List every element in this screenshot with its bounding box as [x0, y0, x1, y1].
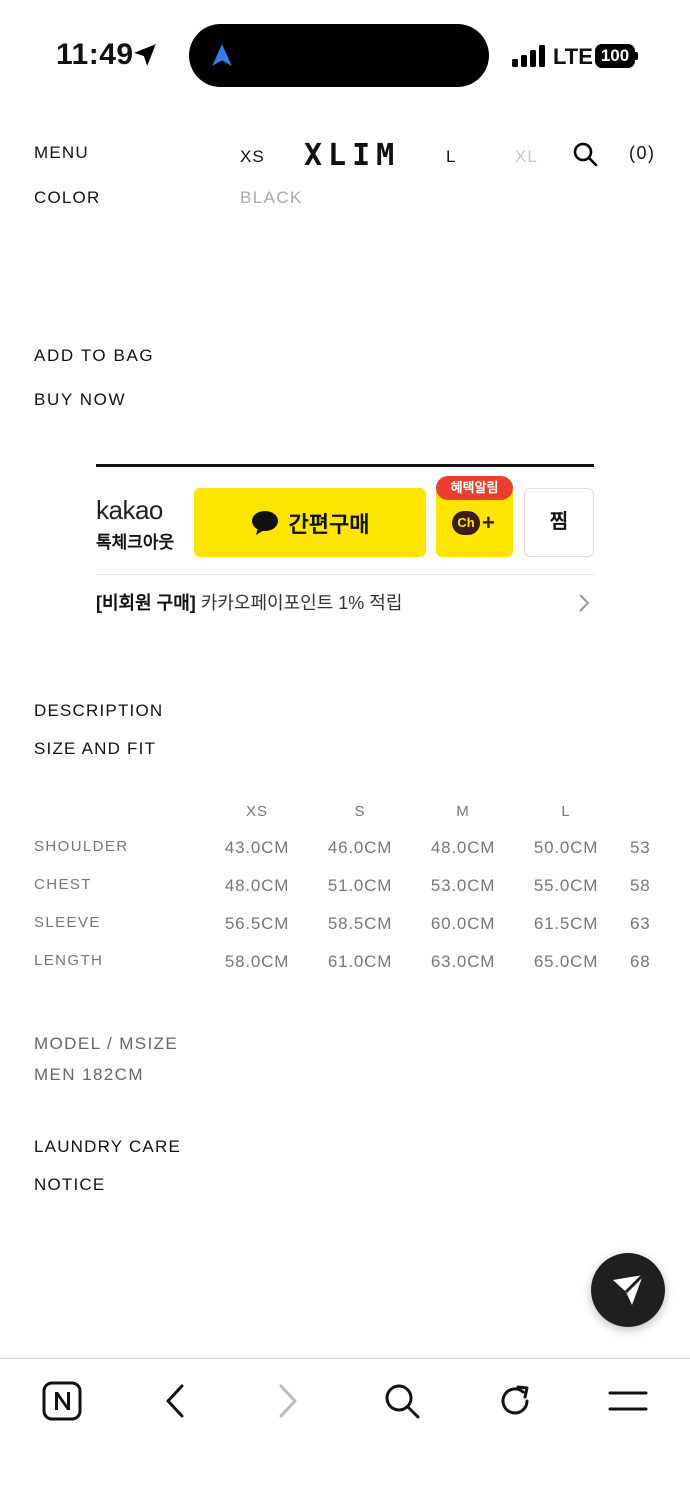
- chevron-left-icon: [166, 1384, 184, 1418]
- chevron-right-icon[interactable]: [577, 593, 591, 613]
- size-option-xl[interactable]: XL: [515, 147, 538, 167]
- kakao-checkout: kakao 톡체크아웃 간편구매 혜택알림 Ch + 찜 [비회원 구매] 카카…: [96, 464, 594, 614]
- kakao-channel-button[interactable]: 혜택알림 Ch +: [436, 476, 513, 557]
- reload-button[interactable]: [493, 1379, 537, 1423]
- promo-text: 카카오페이포인트 1% 적립: [200, 593, 403, 613]
- kakao-buy-button[interactable]: 간편구매: [194, 488, 426, 557]
- search-icon: [385, 1384, 420, 1419]
- table-header-s: S: [354, 803, 366, 820]
- plus-icon: +: [482, 510, 495, 535]
- table-header-l: L: [561, 803, 571, 820]
- notice-toggle[interactable]: NOTICE: [34, 1175, 105, 1195]
- naver-home-button[interactable]: [40, 1379, 84, 1423]
- dynamic-island: [189, 24, 489, 87]
- chevron-right-icon: [279, 1384, 297, 1418]
- battery-icon: 100: [595, 44, 638, 68]
- signal-bars-icon: [512, 45, 545, 67]
- table-header-xs: XS: [245, 803, 268, 820]
- benefit-alert-badge: 혜택알림: [436, 476, 513, 500]
- status-bar: 11:49 LTE 100: [0, 0, 690, 110]
- divider: [96, 574, 594, 575]
- table-cell: 53.0CM: [430, 876, 496, 895]
- menu-button[interactable]: MENU: [34, 143, 89, 163]
- table-cell: 58.5CM: [327, 914, 393, 933]
- row-label-length: LENGTH: [34, 952, 104, 969]
- model-size-value: MEN 182CM: [34, 1065, 144, 1084]
- battery-nub: [635, 52, 638, 60]
- row-label-chest: CHEST: [34, 876, 92, 893]
- kakao-buy-label: 간편구매: [288, 511, 370, 537]
- table-cell: 48.0CM: [224, 876, 290, 895]
- navigation-arrow-icon: [212, 44, 232, 66]
- size-option-xs[interactable]: XS: [240, 147, 265, 167]
- back-button[interactable]: [153, 1379, 197, 1423]
- search-button[interactable]: [380, 1379, 424, 1423]
- table-cell-clipped: 58: [630, 876, 651, 895]
- color-option-black[interactable]: BLACK: [240, 188, 303, 208]
- kakao-brand: kakao 톡체크아웃: [96, 495, 174, 553]
- share-fab-button[interactable]: [591, 1253, 665, 1327]
- row-label-shoulder: SHOULDER: [34, 838, 129, 855]
- size-and-fit-toggle[interactable]: SIZE AND FIT: [34, 739, 156, 759]
- channel-icon: Ch: [452, 511, 480, 535]
- description-toggle[interactable]: DESCRIPTION: [34, 701, 163, 721]
- naver-n-icon: [42, 1381, 82, 1421]
- table-cell-clipped: 68: [630, 952, 651, 971]
- network-type: LTE: [553, 44, 593, 69]
- table-cell: 65.0CM: [533, 952, 599, 971]
- kakao-logo: kakao: [96, 495, 163, 525]
- table-header-m: M: [456, 803, 470, 820]
- battery-level: 100: [595, 44, 635, 68]
- browser-toolbar: [0, 1358, 690, 1500]
- table-cell: 60.0CM: [430, 914, 496, 933]
- row-label-sleeve: SLEEVE: [34, 914, 101, 931]
- forward-button[interactable]: [266, 1379, 310, 1423]
- table-cell-clipped: 53: [630, 838, 651, 857]
- table-cell: 43.0CM: [224, 838, 290, 857]
- size-option-l[interactable]: L: [446, 147, 456, 167]
- hamburger-icon: [608, 1391, 648, 1411]
- reload-icon: [501, 1385, 529, 1415]
- table-cell: 61.5CM: [533, 914, 599, 933]
- table-cell: 56.5CM: [224, 914, 290, 933]
- table-cell: 55.0CM: [533, 876, 599, 895]
- table-cell: 61.0CM: [327, 952, 393, 971]
- buy-now-button[interactable]: BUY NOW: [34, 390, 126, 410]
- laundry-care-toggle[interactable]: LAUNDRY CARE: [34, 1137, 181, 1157]
- color-label: COLOR: [34, 188, 101, 207]
- menu-button[interactable]: [606, 1379, 650, 1423]
- table-cell: 50.0CM: [533, 838, 599, 857]
- promo-bold: [비회원 구매]: [96, 593, 196, 613]
- status-time: 11:49: [56, 38, 134, 71]
- kakao-subtitle: 톡체크아웃: [96, 533, 175, 552]
- table-cell: 46.0CM: [327, 838, 393, 857]
- table-cell: 58.0CM: [224, 952, 290, 971]
- table-cell: 51.0CM: [327, 876, 393, 895]
- cart-count[interactable]: (0): [629, 143, 656, 164]
- table-cell-clipped: 63: [630, 914, 651, 933]
- speech-bubble-icon: [251, 510, 278, 535]
- table-cell: 63.0CM: [430, 952, 496, 971]
- channel-add: Ch +: [452, 510, 495, 536]
- wish-button[interactable]: 찜: [524, 488, 594, 557]
- send-arrow-icon: [613, 1273, 645, 1305]
- location-arrow-icon: [134, 44, 156, 66]
- kakao-promo[interactable]: [비회원 구매] 카카오페이포인트 1% 적립: [96, 589, 402, 615]
- model-size-label: MODEL / MSIZE: [34, 1034, 179, 1053]
- table-cell: 48.0CM: [430, 838, 496, 857]
- brand-logo[interactable]: XLIM: [304, 138, 400, 173]
- add-to-bag-button[interactable]: ADD TO BAG: [34, 346, 154, 366]
- site-header: MENU XLIM (0): [0, 130, 690, 180]
- search-icon[interactable]: [572, 141, 598, 167]
